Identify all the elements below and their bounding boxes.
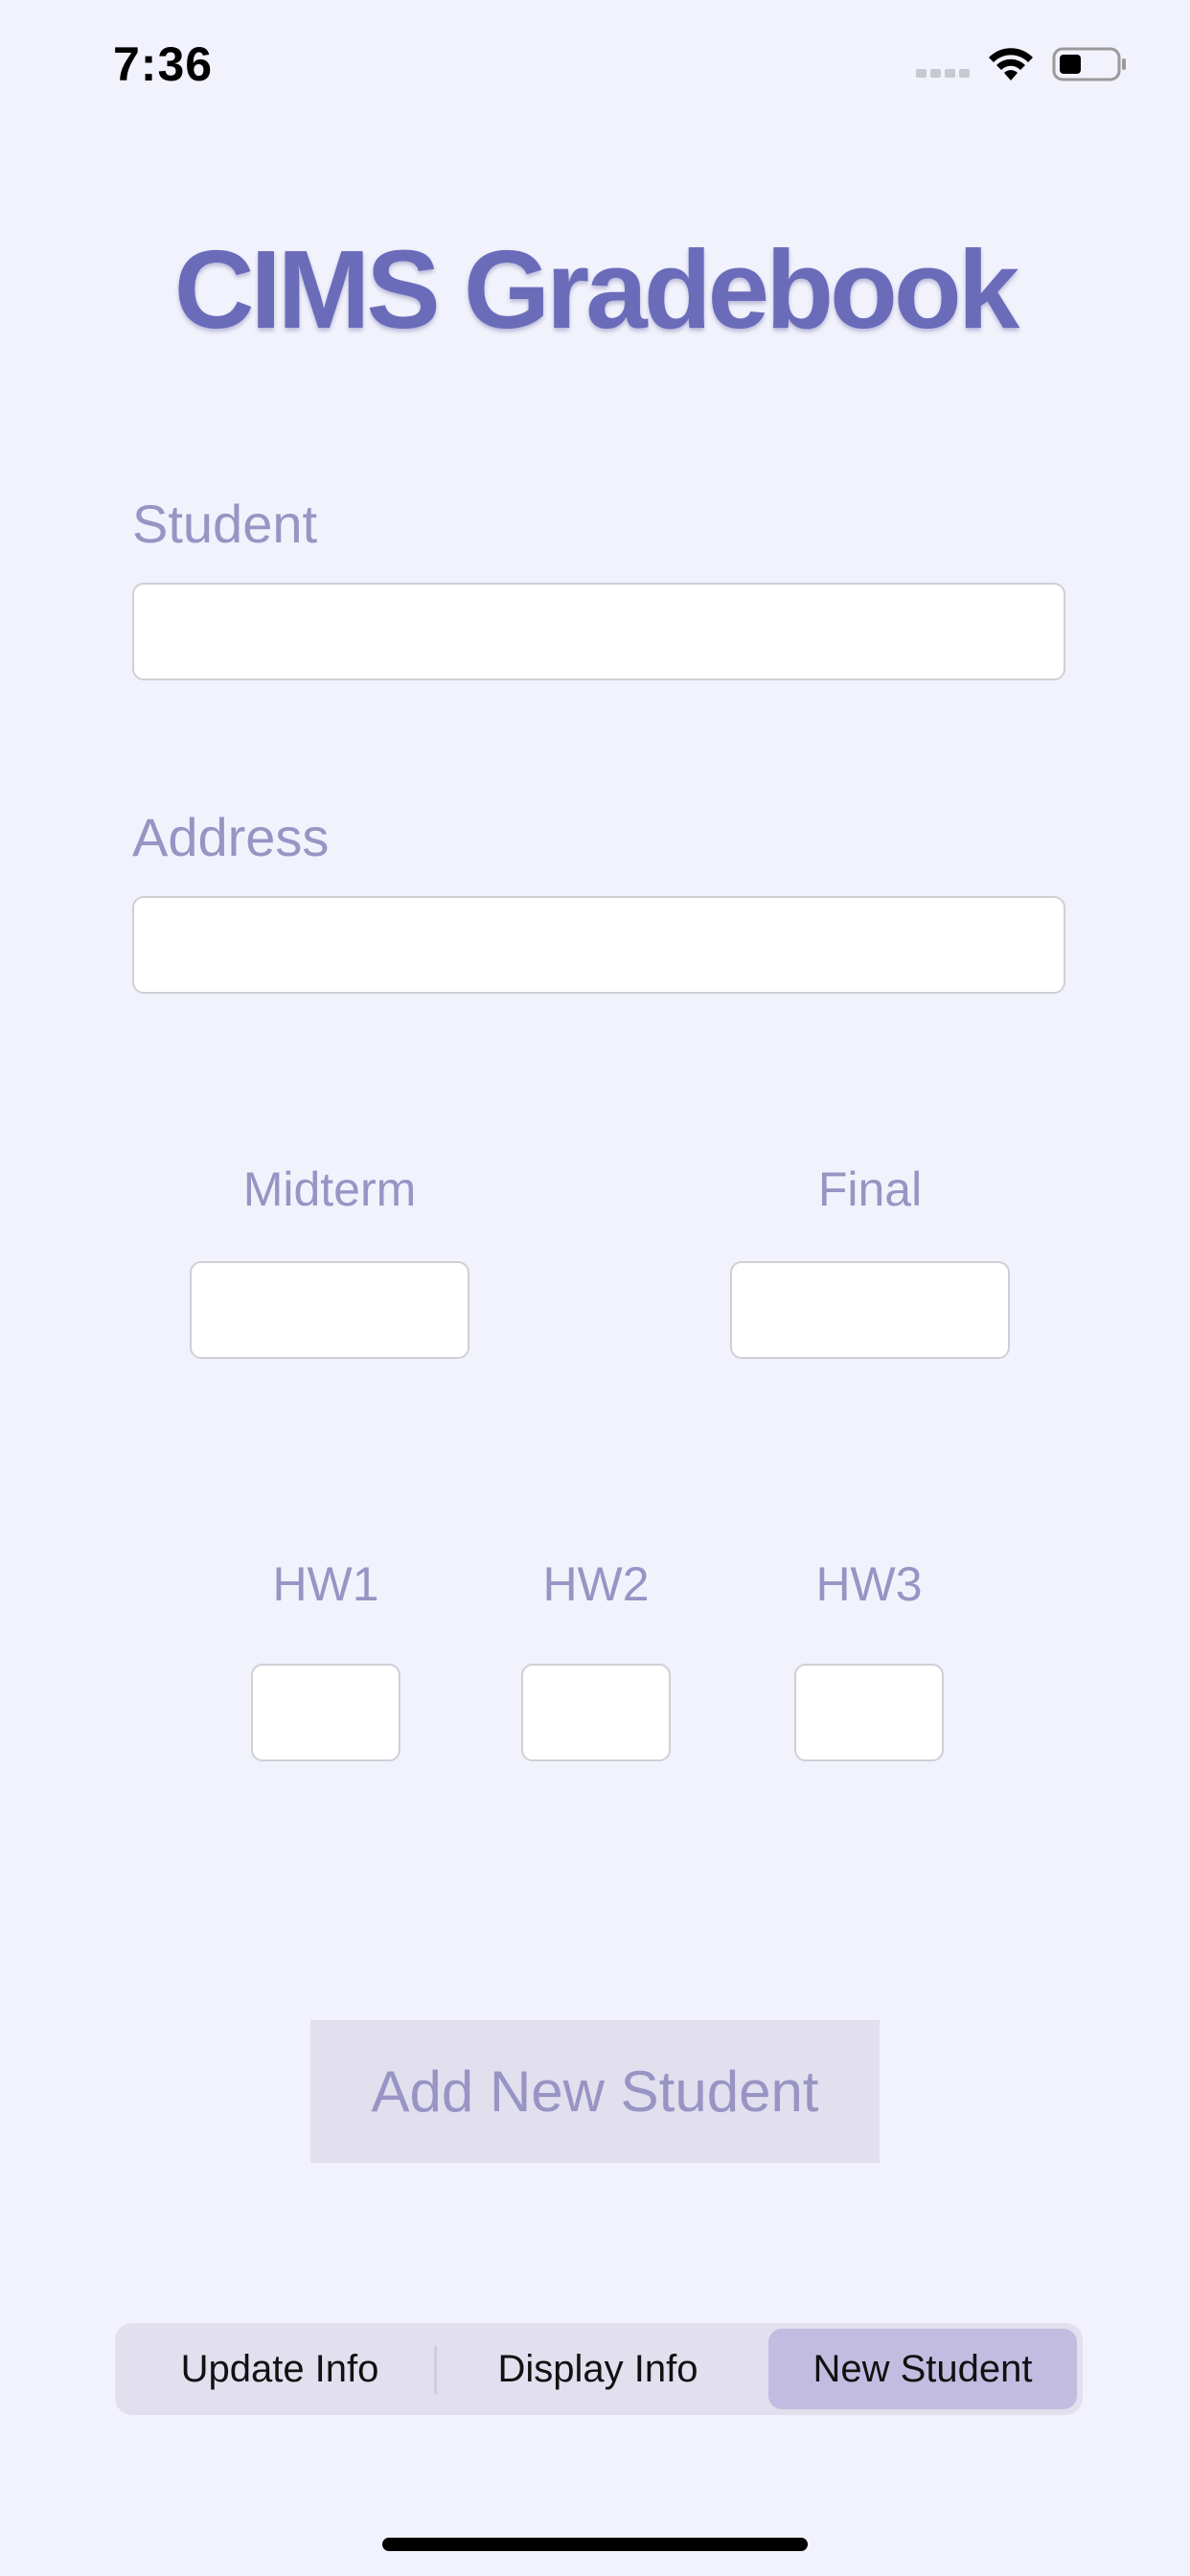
segment-divider	[434, 2346, 437, 2394]
add-new-student-button[interactable]: Add New Student	[310, 2020, 880, 2163]
home-indicator[interactable]	[382, 2538, 808, 2551]
address-input[interactable]	[132, 896, 1065, 994]
tab-update-info[interactable]: Update Info	[121, 2329, 439, 2409]
student-label: Student	[132, 494, 318, 554]
wifi-icon	[989, 48, 1033, 80]
address-label: Address	[132, 807, 330, 867]
final-input[interactable]	[730, 1261, 1010, 1359]
tab-display-info[interactable]: Display Info	[439, 2329, 757, 2409]
cellular-signal-icon	[916, 69, 970, 78]
midterm-input[interactable]	[190, 1261, 469, 1359]
tab-new-student[interactable]: New Student	[768, 2329, 1077, 2409]
tab-segmented-control: Update Info Display Info New Student	[115, 2323, 1083, 2415]
status-time: 7:36	[113, 37, 214, 91]
hw2-input[interactable]	[521, 1664, 671, 1761]
final-label: Final	[817, 1162, 923, 1216]
battery-icon	[1052, 47, 1126, 81]
hw3-input[interactable]	[794, 1664, 944, 1761]
hw1-input[interactable]	[251, 1664, 400, 1761]
hw3-label: HW3	[815, 1557, 923, 1611]
hw2-label: HW2	[542, 1557, 650, 1611]
hw1-label: HW1	[272, 1557, 379, 1611]
page-title: CIMS Gradebook	[173, 227, 1020, 352]
midterm-label: Midterm	[242, 1162, 417, 1216]
student-input[interactable]	[132, 583, 1065, 680]
